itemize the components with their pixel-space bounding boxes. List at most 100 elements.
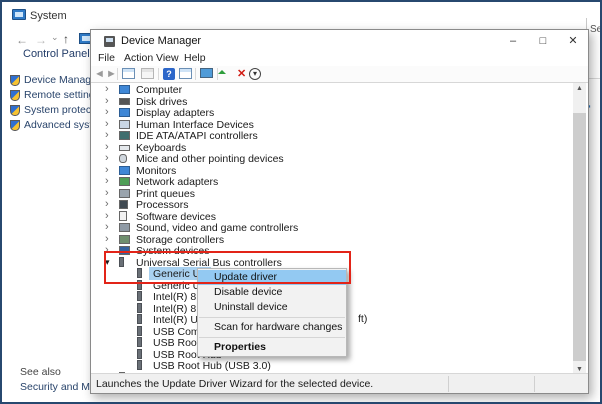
tree-item-ide-controllers[interactable]: › IDE ATA/ATAPI controllers [92, 130, 572, 142]
forward-icon[interactable]: ► [106, 68, 117, 81]
tree-item-label[interactable]: Processors [136, 199, 189, 211]
chevron-right-icon[interactable]: › [105, 234, 109, 245]
back-nav-icon[interactable]: ← [16, 33, 28, 47]
sidebar-item-remote-settings[interactable]: Remote settings [24, 89, 100, 101]
mouse-icon [119, 154, 127, 163]
chevron-right-icon[interactable]: › [105, 84, 109, 95]
action-pane-icon[interactable] [179, 68, 192, 79]
chevron-right-icon[interactable]: › [105, 165, 109, 176]
device-manager-titlebar[interactable]: Device Manager – □ ✕ [91, 30, 588, 52]
sidebar-item-device-manager[interactable]: Device Manager [24, 74, 100, 86]
chevron-right-icon[interactable]: › [105, 153, 109, 164]
tree-item-label[interactable]: Display adapters [136, 107, 214, 119]
menu-item-scan-hardware-changes[interactable]: Scan for hardware changes [198, 320, 346, 335]
status-bar: Launches the Update Driver Wizard for th… [91, 373, 588, 393]
nav-dropdown-icon[interactable]: ⌄ [51, 32, 59, 43]
tree-item-print-queues[interactable]: › Print queues [92, 188, 572, 200]
chevron-right-icon[interactable]: › [105, 119, 109, 130]
menu-view[interactable]: View [156, 52, 179, 64]
tree-item-human-interface-devices[interactable]: › Human Interface Devices [92, 119, 572, 131]
tree-item-sound-controllers[interactable]: › Sound, video and game controllers [92, 222, 572, 234]
chevron-right-icon[interactable]: › [105, 188, 109, 199]
uninstall-icon[interactable]: ✕ [237, 68, 246, 81]
usb-plug-icon [137, 337, 142, 347]
tree-item-disk-drives[interactable]: › Disk drives [92, 96, 572, 108]
menu-action[interactable]: Action [124, 52, 153, 64]
toolbar-separator [195, 68, 196, 80]
chevron-right-icon[interactable]: › [105, 142, 109, 153]
help-icon[interactable]: ? [163, 68, 175, 80]
chevron-right-icon[interactable]: › [105, 199, 109, 210]
tree-item-label[interactable]: IDE ATA/ATAPI controllers [136, 130, 258, 142]
tree-item-storage-controllers[interactable]: › Storage controllers [92, 234, 572, 246]
menu-item-uninstall-device[interactable]: Uninstall device [198, 300, 346, 315]
printer-icon [119, 189, 130, 198]
tree-item-label[interactable]: Disk drives [136, 96, 187, 108]
uac-shield-icon [10, 120, 20, 131]
status-separator [534, 376, 535, 392]
disk-icon [119, 98, 130, 105]
chevron-right-icon[interactable]: › [105, 130, 109, 141]
tree-item-label[interactable]: Monitors [136, 165, 176, 177]
status-separator [448, 376, 449, 392]
chevron-right-icon[interactable]: › [105, 222, 109, 233]
tree-item-label[interactable]: Software devices [136, 211, 216, 223]
tree-item-processors[interactable]: › Processors [92, 199, 572, 211]
uac-shield-icon [10, 90, 20, 101]
usb-plug-icon [137, 303, 142, 313]
sound-icon [119, 223, 130, 232]
device-manager-title: Device Manager [121, 35, 201, 47]
scroll-up-icon[interactable]: ▲ [573, 83, 586, 94]
tree-item-computer[interactable]: › Computer [92, 84, 572, 96]
tree-item-label[interactable]: USB Root Hub (USB 3.0) [153, 360, 271, 372]
menu-separator [199, 317, 345, 318]
see-also-heading: See also [20, 366, 61, 378]
scrollbar-thumb[interactable] [573, 113, 586, 361]
chevron-right-icon[interactable]: › [105, 176, 109, 187]
menu-bar: File Action View Help [91, 52, 588, 66]
usb-plug-icon [137, 349, 142, 359]
tree-item-monitors[interactable]: › Monitors [92, 165, 572, 177]
system-window-title: System [30, 10, 67, 22]
chevron-right-icon[interactable]: › [105, 211, 109, 222]
tree-item-usb-root-hub-30[interactable]: USB Root Hub (USB 3.0) [92, 360, 572, 372]
back-icon[interactable]: ◄ [94, 68, 105, 81]
tree-item-label[interactable]: Network adapters [136, 176, 218, 188]
menu-file[interactable]: File [98, 52, 115, 64]
tree-item-label[interactable]: Computer [136, 84, 182, 96]
network-icon [119, 177, 130, 186]
tree-item-label[interactable]: Sound, video and game controllers [136, 222, 298, 234]
tree-item-keyboards[interactable]: › Keyboards [92, 142, 572, 154]
hid-icon [119, 120, 130, 129]
menu-item-disable-device[interactable]: Disable device [198, 285, 346, 300]
tree-item-display-adapters[interactable]: › Display adapters [92, 107, 572, 119]
minimize-button[interactable]: – [498, 30, 528, 52]
devices-icon[interactable] [200, 68, 213, 78]
chevron-right-icon[interactable]: › [105, 96, 109, 107]
tree-item-label[interactable]: Print queues [136, 188, 195, 200]
tree-item-software-devices[interactable]: › Software devices [92, 211, 572, 223]
close-button[interactable]: ✕ [558, 30, 588, 52]
chevron-right-icon[interactable]: › [105, 107, 109, 118]
tree-item-mice[interactable]: › Mice and other pointing devices [92, 153, 572, 165]
up-nav-icon[interactable]: ↑ [63, 32, 69, 46]
tree-item-network-adapters[interactable]: › Network adapters [92, 176, 572, 188]
tree-item-label[interactable]: Storage controllers [136, 234, 224, 246]
search-box-fragment[interactable]: Sea [590, 24, 602, 35]
tree-item-label[interactable]: Keyboards [136, 142, 186, 154]
uac-shield-icon [10, 75, 20, 86]
maximize-button[interactable]: □ [528, 30, 558, 52]
show-console-tree-icon[interactable] [122, 68, 135, 79]
display-adapter-icon [119, 108, 130, 117]
tree-item-label[interactable]: Human Interface Devices [136, 119, 254, 131]
tree-item-label[interactable]: Mice and other pointing devices [136, 153, 284, 165]
properties-icon[interactable] [141, 68, 154, 79]
software-device-icon [119, 211, 127, 221]
menu-item-properties[interactable]: Properties [198, 340, 346, 355]
scan-hardware-changes-icon[interactable]: ▾ [249, 68, 261, 80]
vertical-scrollbar[interactable]: ▲ ▼ [573, 83, 586, 375]
menu-help[interactable]: Help [184, 52, 206, 64]
forward-nav-icon[interactable]: → [35, 33, 47, 47]
storage-icon [119, 235, 130, 244]
device-manager-app-icon [104, 36, 115, 47]
